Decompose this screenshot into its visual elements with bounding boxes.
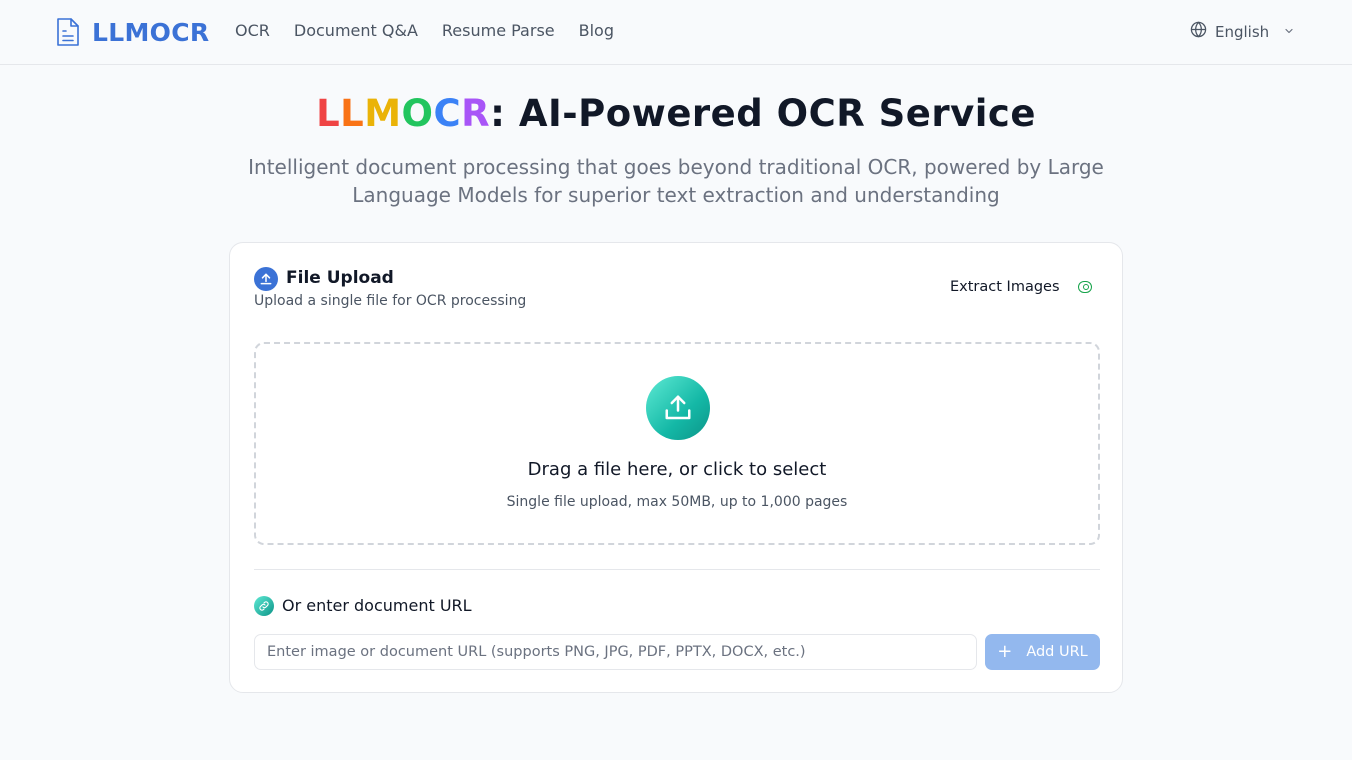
title-brand-letter: O xyxy=(401,92,434,135)
upload-card: File Upload Upload a single file for OCR… xyxy=(229,242,1123,693)
add-url-label: Add URL xyxy=(1026,644,1088,660)
upload-icon xyxy=(254,267,278,291)
page-title: LLMOCR: AI-Powered OCR Service xyxy=(0,92,1352,135)
language-label: English xyxy=(1215,22,1270,41)
globe-icon xyxy=(1190,21,1207,42)
nav-link-blog[interactable]: Blog xyxy=(579,20,614,42)
plus-icon: + xyxy=(997,641,1013,662)
file-upload-subtitle: Upload a single file for OCR processing xyxy=(254,293,527,309)
toggle-icon[interactable] xyxy=(1077,281,1092,293)
chevron-down-icon xyxy=(1283,22,1295,41)
dropzone-subtitle: Single file upload, max 50MB, up to 1,00… xyxy=(506,494,848,510)
title-brand-letter: C xyxy=(433,92,462,135)
top-navbar: LLMOCR OCR Document Q&A Resume Parse Blo… xyxy=(0,0,1352,65)
logo-text: LLMOCR xyxy=(92,17,210,47)
title-text: : AI-Powered OCR Service xyxy=(490,92,1036,135)
url-section-title: Or enter document URL xyxy=(282,596,472,615)
document-icon xyxy=(54,16,82,48)
link-icon xyxy=(254,596,274,616)
extract-images-control: Extract Images xyxy=(950,279,1092,295)
language-selector[interactable]: English xyxy=(1190,21,1295,42)
title-brand-letter: R xyxy=(461,92,491,135)
main-nav: OCR Document Q&A Resume Parse Blog xyxy=(235,20,614,42)
extract-images-label: Extract Images xyxy=(950,279,1060,295)
file-dropzone[interactable]: Drag a file here, or click to select Sin… xyxy=(254,342,1100,545)
add-url-button[interactable]: + Add URL xyxy=(985,634,1100,670)
file-upload-title: File Upload xyxy=(286,268,394,288)
title-brand-letter: L xyxy=(316,92,341,135)
nav-link-resume-parse[interactable]: Resume Parse xyxy=(442,20,555,42)
divider xyxy=(254,569,1100,570)
title-brand-letter: M xyxy=(364,92,402,135)
nav-link-document-qa[interactable]: Document Q&A xyxy=(294,20,418,42)
url-input[interactable] xyxy=(254,634,977,670)
upload-tray-icon xyxy=(646,376,710,440)
logo[interactable]: LLMOCR xyxy=(54,16,209,48)
nav-link-ocr[interactable]: OCR xyxy=(235,20,270,42)
title-brand-letter: L xyxy=(340,92,365,135)
dropzone-title: Drag a file here, or click to select xyxy=(527,459,827,480)
page-subtitle: Intelligent document processing that goe… xyxy=(248,155,1104,207)
